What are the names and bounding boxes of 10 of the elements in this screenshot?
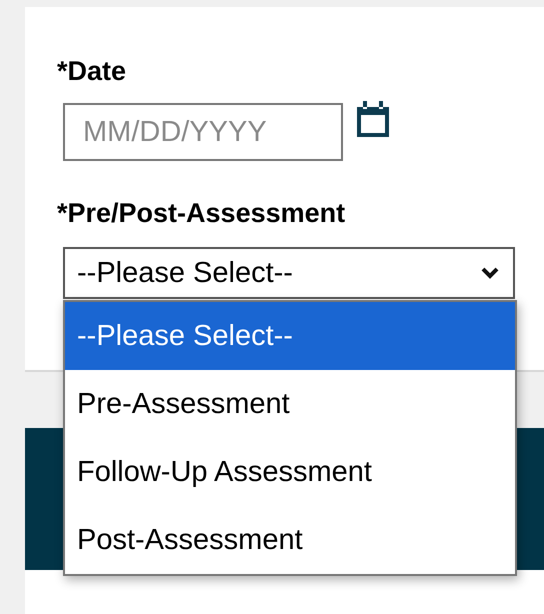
date-input[interactable]: MM/DD/YYYY (63, 103, 343, 161)
dropdown-option[interactable]: --Please Select-- (65, 302, 515, 370)
dropdown-option[interactable]: Pre-Assessment (65, 370, 515, 438)
field-label: *Pre/Post-Assessment (57, 197, 346, 229)
field-label: *Date (57, 55, 128, 87)
dropdown-option[interactable]: Post-Assessment (65, 506, 515, 574)
calendar-icon[interactable] (355, 99, 391, 139)
chevron-down-icon (481, 267, 499, 279)
assessment-select[interactable]: --Please Select-- (63, 247, 515, 299)
dropdown-option[interactable]: Follow-Up Assessment (65, 438, 515, 506)
